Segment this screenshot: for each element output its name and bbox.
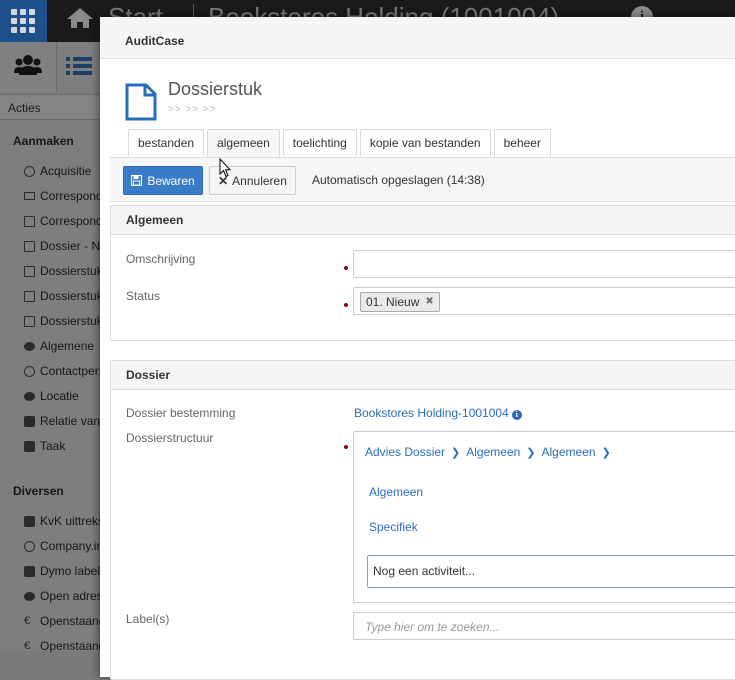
- structure-breadcrumb: Advies Dossier ❯ Algemeen ❯ Algemeen ❯: [365, 445, 613, 459]
- modal-title: AuditCase: [100, 17, 735, 59]
- autosave-status: Automatisch opgeslagen (14:38): [312, 173, 485, 187]
- dossierstructuur-picker: Advies Dossier ❯ Algemeen ❯ Algemeen ❯ A…: [353, 431, 735, 603]
- euro-icon: €: [24, 639, 31, 652]
- sidebar-item-locatie[interactable]: Locatie: [24, 389, 79, 403]
- file-text-icon: [24, 290, 35, 302]
- tab-toelichting[interactable]: toelichting: [282, 129, 357, 156]
- tab-bar: bestanden algemeen toelichting kopie van…: [128, 129, 554, 157]
- print-icon: [24, 565, 35, 577]
- mouse-cursor-icon: [219, 158, 231, 178]
- file-icon: [24, 215, 35, 227]
- status-select[interactable]: 01. Nieuw ✖: [353, 287, 735, 315]
- panel-dossier: Dossier Dossier bestemming Bookstores Ho…: [110, 360, 735, 680]
- toolbar: Bewaren ✕ Annuleren Automatisch opgeslag…: [110, 157, 735, 202]
- omschrijving-input[interactable]: [353, 250, 735, 278]
- tab-beheer[interactable]: beheer: [493, 129, 551, 156]
- dossier-bestemming-link[interactable]: Bookstores Holding-1001004: [354, 406, 509, 420]
- status-label: Status: [126, 289, 161, 303]
- activity-input[interactable]: Nog een activiteit...: [367, 555, 735, 588]
- save-button[interactable]: Bewaren: [123, 166, 203, 195]
- sidebar: Acties Aanmaken Acquisitie Correspondent…: [0, 42, 129, 653]
- remove-icon[interactable]: ✖: [425, 293, 433, 311]
- required-marker: [344, 303, 348, 307]
- sidebar-item-relatie[interactable]: Relatie van: [24, 414, 100, 428]
- dossierstructuur-label: Dossierstructuur: [126, 431, 214, 445]
- tab-bestanden[interactable]: bestanden: [128, 129, 205, 156]
- document-icon: [125, 83, 157, 121]
- document-title: Dossierstuk: [168, 79, 263, 99]
- target-icon: [24, 165, 35, 177]
- crumb-algemeen[interactable]: Algemeen: [466, 445, 520, 459]
- home-icon[interactable]: [66, 7, 94, 29]
- panel-title: Algemeen: [111, 206, 735, 235]
- chevron-right-icon: ❯: [526, 446, 536, 459]
- file-text-icon: [24, 240, 35, 252]
- tab-algemeen[interactable]: algemeen: [207, 129, 280, 157]
- task-icon: [24, 440, 35, 452]
- required-marker: [344, 266, 348, 270]
- labels-label: Label(s): [126, 612, 170, 626]
- dossier-bestemming-label: Dossier bestemming: [126, 406, 236, 420]
- person-pin-icon: [24, 591, 35, 601]
- folder-icon: [24, 515, 35, 527]
- address-card-icon: [24, 415, 35, 427]
- sidebar-item-dossierstuk[interactable]: Dossierstuk: [24, 289, 103, 303]
- status-chip: 01. Nieuw ✖: [360, 292, 440, 312]
- tab-users[interactable]: [0, 42, 56, 92]
- sidebar-item-openstaand[interactable]: € Openstaand: [24, 614, 105, 628]
- panel-algemeen: Algemeen Omschrijving Status 01. Nieuw ✖: [110, 205, 735, 341]
- users-icon: [14, 55, 42, 75]
- sidebar-item-algemene[interactable]: Algemene: [24, 339, 94, 353]
- sidebar-item-dymo[interactable]: Dymo label: [24, 564, 100, 578]
- app-grid-icon[interactable]: [0, 0, 47, 42]
- file-text-icon: [24, 315, 35, 327]
- crumb-advies-dossier[interactable]: Advies Dossier: [365, 445, 445, 459]
- status-value: 01. Nieuw: [366, 295, 420, 309]
- tab-list[interactable]: [56, 42, 100, 92]
- omschrijving-label: Omschrijving: [126, 252, 196, 266]
- contact-icon: [24, 365, 35, 377]
- labels-search-input[interactable]: Type hier om te zoeken...: [353, 612, 735, 640]
- save-label: Bewaren: [147, 173, 195, 188]
- sidebar-item-dossierstuk[interactable]: Dossierstuk: [24, 264, 103, 278]
- floppy-icon: [131, 175, 143, 186]
- sidebar-item-acquisitie[interactable]: Acquisitie: [24, 164, 91, 178]
- breadcrumb: >> >> >>: [168, 104, 217, 115]
- file-text-icon: [24, 265, 35, 277]
- labels-placeholder: Type hier om te zoeken...: [365, 620, 500, 634]
- chevron-right-icon: ❯: [601, 446, 611, 459]
- euro-icon: €: [24, 614, 31, 627]
- info-icon[interactable]: i: [511, 410, 522, 420]
- location-icon: [24, 391, 35, 401]
- acties-header[interactable]: Acties: [0, 94, 100, 120]
- sidebar-item-taak[interactable]: Taak: [24, 439, 65, 453]
- crumb-algemeen-sub[interactable]: Algemeen: [542, 445, 596, 459]
- list-icon: [66, 57, 92, 75]
- panel-title: Dossier: [111, 361, 735, 390]
- chevron-right-icon: ❯: [451, 446, 461, 459]
- aanmaken-header: Aanmaken: [13, 134, 74, 148]
- user-icon: [24, 341, 35, 351]
- sidebar-item-dossierstuk[interactable]: Dossierstuk: [24, 314, 103, 328]
- diversen-header: Diversen: [13, 484, 64, 498]
- search-icon: [24, 540, 35, 552]
- required-marker: [344, 445, 348, 449]
- sidebar-item-open-adres[interactable]: Open adres: [24, 589, 103, 603]
- dossier-bestemming-value: Bookstores Holding-1001004 i: [354, 406, 522, 420]
- option-specifiek[interactable]: Specifiek: [369, 520, 418, 534]
- option-algemeen[interactable]: Algemeen: [369, 485, 423, 499]
- cancel-label: Annuleren: [232, 173, 287, 188]
- tab-kopie-van-bestanden[interactable]: kopie van bestanden: [359, 129, 491, 156]
- envelope-icon: [24, 192, 35, 200]
- modal-dialog: AuditCase Dossierstuk >> >> >> bestanden…: [100, 17, 735, 680]
